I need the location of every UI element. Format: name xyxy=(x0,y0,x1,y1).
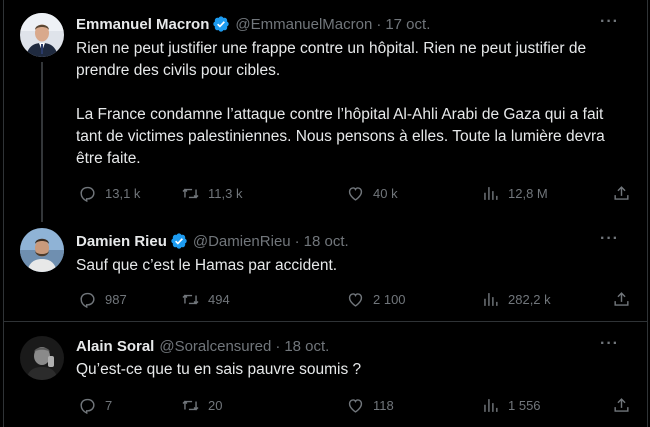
author-name[interactable]: Damien Rieu xyxy=(76,233,167,250)
retweet-icon xyxy=(182,294,199,304)
share-button[interactable] xyxy=(612,184,631,203)
views-button[interactable]: 1 556 xyxy=(481,396,541,415)
heart-icon xyxy=(348,186,363,201)
avatar-rieu[interactable] xyxy=(20,228,64,272)
author-name[interactable]: Emmanuel Macron xyxy=(76,16,209,33)
separator-dot: · xyxy=(275,337,281,355)
tweet-macron[interactable]: Emmanuel Macron @EmmanuelMacron · 17 oct… xyxy=(4,0,647,218)
share-button[interactable] xyxy=(612,396,631,415)
views-chart-icon xyxy=(484,292,498,306)
author-handle[interactable]: @EmmanuelMacron xyxy=(235,16,372,33)
reply-count: 7 xyxy=(105,397,113,413)
heart-icon xyxy=(348,398,363,413)
views-chart-icon xyxy=(484,186,498,200)
like-count: 2 100 xyxy=(373,291,406,307)
tweet-text: Rien ne peut justifier une frappe contre… xyxy=(76,40,605,167)
reply-button[interactable]: 13,1 k xyxy=(78,184,140,203)
reply-count: 13,1 k xyxy=(105,185,141,201)
retweet-count: 11,3 k xyxy=(208,185,243,201)
tweet-actions: 987 494 2 100 282,2 k xyxy=(76,289,631,309)
avatar-soral[interactable] xyxy=(20,336,64,380)
views-count: 12,8 M xyxy=(508,185,548,201)
separator-dot: · xyxy=(376,15,382,33)
like-button[interactable]: 40 k xyxy=(346,184,398,203)
tweet-header: Alain Soral @Soralcensured · 18 oct. ··· xyxy=(76,335,631,357)
retweet-count: 20 xyxy=(208,397,223,413)
author-name[interactable]: Alain Soral xyxy=(76,338,154,355)
share-icon xyxy=(614,397,629,412)
reply-icon xyxy=(80,292,95,308)
author-handle[interactable]: @DamienRieu xyxy=(193,233,291,250)
views-count: 1 556 xyxy=(508,397,541,413)
tweet-text: Qu’est-ce que tu en sais pauvre soumis ? xyxy=(76,361,362,378)
retweet-button[interactable]: 494 xyxy=(181,290,230,309)
retweet-icon xyxy=(182,400,199,410)
tweet-soral[interactable]: Alain Soral @Soralcensured · 18 oct. ···… xyxy=(4,322,647,427)
retweet-icon xyxy=(182,188,199,198)
heart-icon xyxy=(348,292,363,307)
like-count: 40 k xyxy=(373,185,398,201)
reply-icon xyxy=(80,186,95,202)
more-options-icon[interactable]: ··· xyxy=(600,13,619,31)
views-button[interactable]: 282,2 k xyxy=(481,290,551,309)
tweet-thread: Emmanuel Macron @EmmanuelMacron · 17 oct… xyxy=(3,0,648,427)
tweet-date[interactable]: 18 oct. xyxy=(284,338,329,355)
tweet-actions: 7 20 118 1 556 xyxy=(76,395,631,415)
share-icon xyxy=(614,185,629,200)
reply-button[interactable]: 987 xyxy=(78,290,127,309)
reply-icon xyxy=(80,398,95,414)
separator-dot: · xyxy=(294,232,300,250)
share-icon xyxy=(614,291,629,306)
retweet-count: 494 xyxy=(208,291,230,307)
author-handle[interactable]: @Soralcensured xyxy=(159,338,271,355)
retweet-button[interactable]: 20 xyxy=(181,396,222,415)
tweet-date[interactable]: 18 oct. xyxy=(304,233,349,250)
reply-count: 987 xyxy=(105,291,127,307)
tweet-actions: 13,1 k 11,3 k 40 k 12,8 M xyxy=(76,183,631,203)
like-count: 118 xyxy=(373,397,394,413)
avatar-macron[interactable] xyxy=(20,13,64,57)
views-chart-icon xyxy=(484,398,498,412)
more-options-icon[interactable]: ··· xyxy=(600,335,619,353)
views-button[interactable]: 12,8 M xyxy=(481,184,548,203)
tweet-text: Sauf que c’est le Hamas par accident. xyxy=(76,257,338,274)
like-button[interactable]: 2 100 xyxy=(346,290,406,309)
share-button[interactable] xyxy=(612,290,631,309)
tweet-header: Emmanuel Macron @EmmanuelMacron · 17 oct… xyxy=(76,13,631,35)
more-options-icon[interactable]: ··· xyxy=(600,230,619,248)
verified-badge-icon xyxy=(213,16,230,32)
like-button[interactable]: 118 xyxy=(346,396,394,415)
retweet-button[interactable]: 11,3 k xyxy=(181,184,242,203)
views-count: 282,2 k xyxy=(508,291,551,307)
tweet-rieu[interactable]: Damien Rieu @DamienRieu · 18 oct. ··· Sa… xyxy=(4,218,647,320)
tweet-date[interactable]: 17 oct. xyxy=(385,16,430,33)
reply-button[interactable]: 7 xyxy=(78,396,112,415)
tweet-header: Damien Rieu @DamienRieu · 18 oct. ··· xyxy=(76,230,631,252)
verified-badge-icon xyxy=(171,233,187,249)
